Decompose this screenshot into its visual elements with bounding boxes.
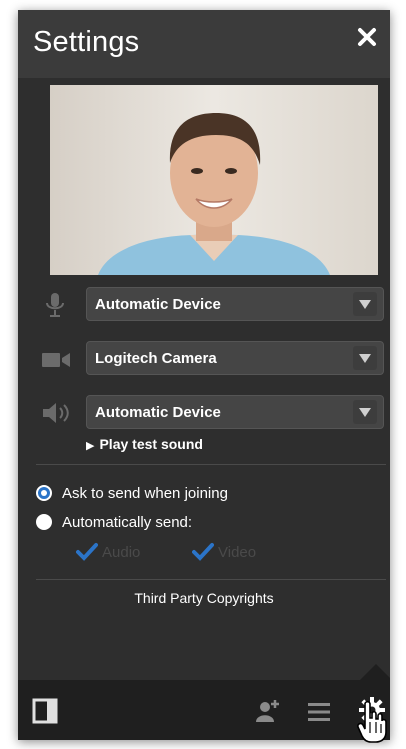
auto-send-radio[interactable] <box>36 514 52 530</box>
third-party-copyrights-link[interactable]: Third Party Copyrights <box>18 590 390 606</box>
divider <box>36 579 386 580</box>
checkmark-icon <box>76 542 98 562</box>
ask-to-send-label: Ask to send when joining <box>62 485 228 502</box>
panel-header: Settings <box>18 10 390 78</box>
checkmark-icon <box>192 542 214 562</box>
audio-label: Audio <box>102 544 141 561</box>
camera-preview <box>50 85 378 275</box>
speaker-select[interactable]: Automatic Device <box>86 395 384 429</box>
footer-toolbar <box>18 680 390 740</box>
play-test-sound-label: Play test sound <box>99 436 203 452</box>
ask-to-send-radio[interactable] <box>36 485 52 501</box>
settings-panel: Settings Automatic Device Logitech Camer… <box>18 10 390 740</box>
page-title: Settings <box>33 26 140 58</box>
play-test-sound-link[interactable]: ▶ Play test sound <box>86 436 203 452</box>
active-indicator <box>360 664 390 680</box>
chevron-down-icon <box>353 400 377 424</box>
microphone-select[interactable]: Automatic Device <box>86 287 384 321</box>
chevron-down-icon <box>353 346 377 370</box>
video-label: Video <box>218 544 257 561</box>
panel-toggle-icon[interactable] <box>32 698 58 729</box>
add-participant-icon[interactable] <box>254 698 280 729</box>
camera-select[interactable]: Logitech Camera <box>86 341 384 375</box>
speaker-select-value: Automatic Device <box>95 404 221 421</box>
camera-icon <box>40 347 72 373</box>
speaker-icon <box>40 400 72 426</box>
close-icon[interactable] <box>356 26 378 48</box>
divider <box>36 464 386 465</box>
play-icon: ▶ <box>86 440 95 452</box>
menu-icon[interactable] <box>306 700 332 729</box>
hand-cursor-icon <box>356 700 388 744</box>
microphone-select-value: Automatic Device <box>95 296 221 313</box>
auto-send-label: Automatically send: <box>62 514 193 531</box>
microphone-icon <box>40 292 72 318</box>
chevron-down-icon <box>353 292 377 316</box>
camera-select-value: Logitech Camera <box>95 350 217 367</box>
